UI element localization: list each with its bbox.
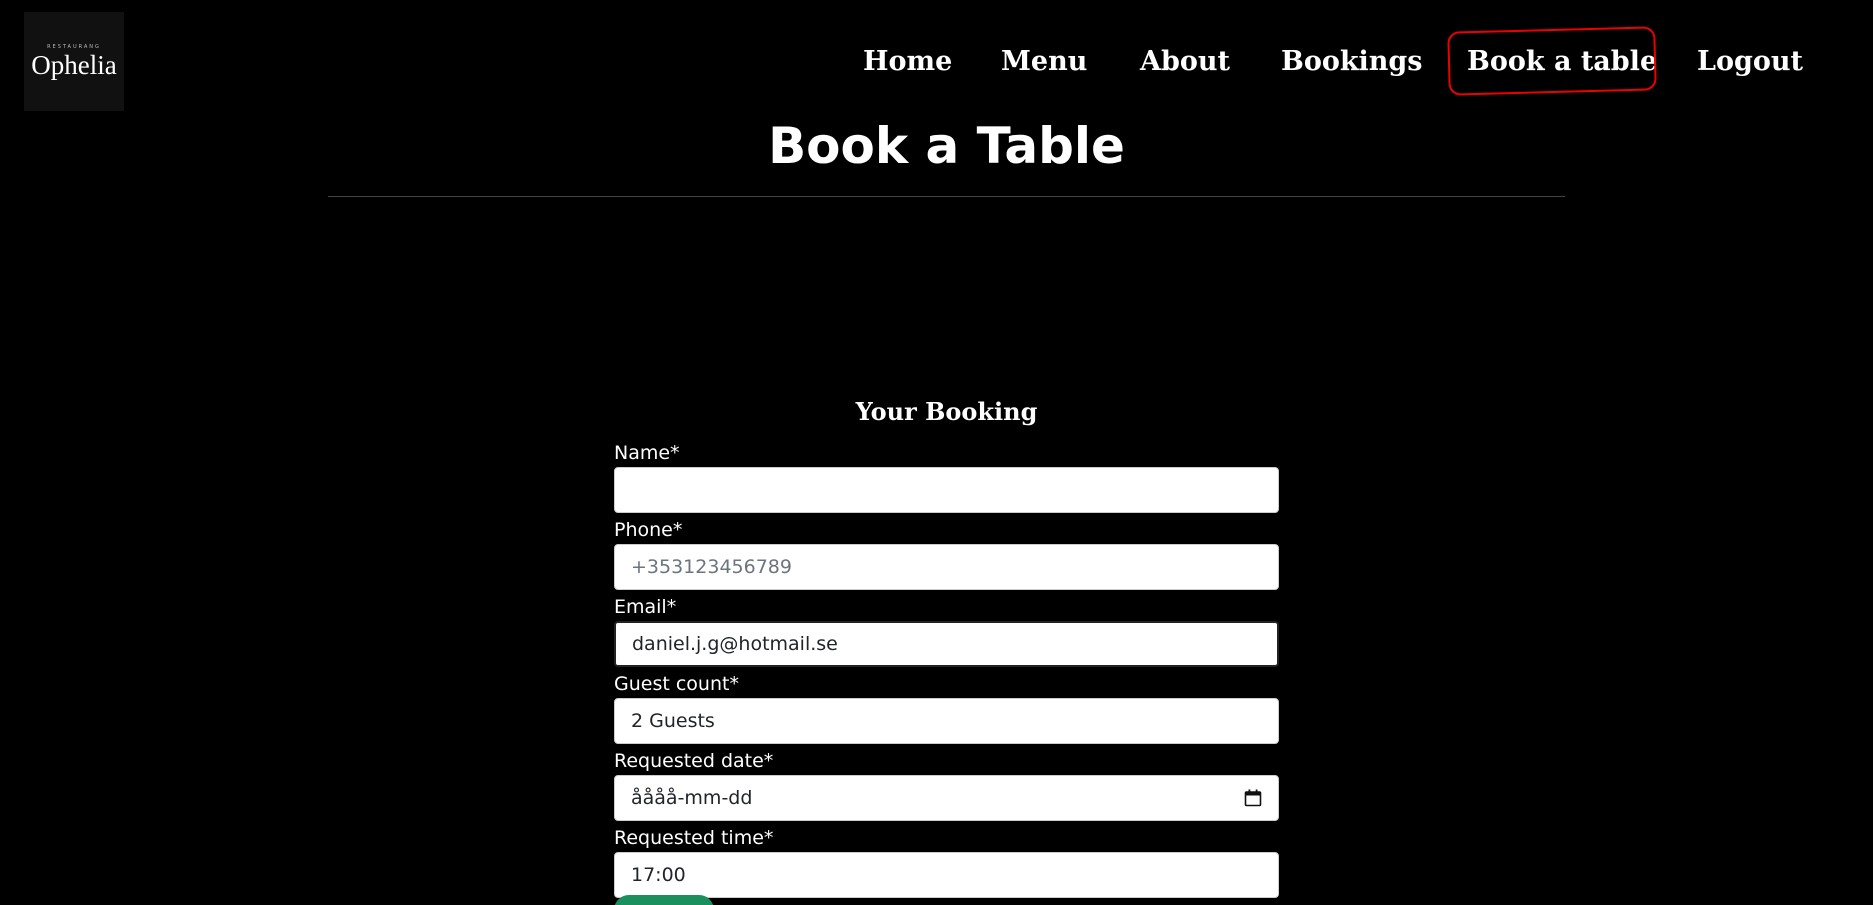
main-nav: Home Menu About Bookings Book a table Lo… xyxy=(0,38,1873,86)
phone-placeholder: +353123456789 xyxy=(631,556,792,578)
nav-logout-link[interactable]: Logout xyxy=(1697,38,1803,86)
page-title: Book a Table xyxy=(768,117,1125,175)
guest-count-select[interactable]: 2 Guests xyxy=(614,698,1279,744)
form-heading: Your Booking xyxy=(855,397,1038,426)
email-input[interactable]: daniel.j.g@hotmail.se xyxy=(614,621,1279,667)
time-select[interactable]: 17:00 xyxy=(614,852,1279,898)
date-label: Requested date* xyxy=(614,750,774,772)
date-value: åååå-mm-dd xyxy=(631,787,753,809)
nav-book-table-link[interactable]: Book a table xyxy=(1467,38,1657,86)
nav-bookings-link[interactable]: Bookings xyxy=(1281,38,1423,86)
page: RESTAURANG Ophelia Home Menu About Booki… xyxy=(0,0,1873,905)
phone-input[interactable]: +353123456789 xyxy=(614,544,1279,590)
title-divider xyxy=(328,196,1565,197)
nav-menu-link[interactable]: Menu xyxy=(1001,38,1087,86)
email-label: Email* xyxy=(614,596,677,618)
phone-label: Phone* xyxy=(614,519,683,541)
nav-home-link[interactable]: Home xyxy=(863,38,952,86)
submit-button[interactable] xyxy=(614,895,714,905)
calendar-icon[interactable] xyxy=(1244,789,1262,807)
name-label: Name* xyxy=(614,442,680,464)
date-input[interactable]: åååå-mm-dd xyxy=(614,775,1279,821)
time-label: Requested time* xyxy=(614,827,774,849)
name-input[interactable] xyxy=(614,467,1279,513)
nav-about-link[interactable]: About xyxy=(1140,38,1230,86)
guest-count-label: Guest count* xyxy=(614,673,739,695)
